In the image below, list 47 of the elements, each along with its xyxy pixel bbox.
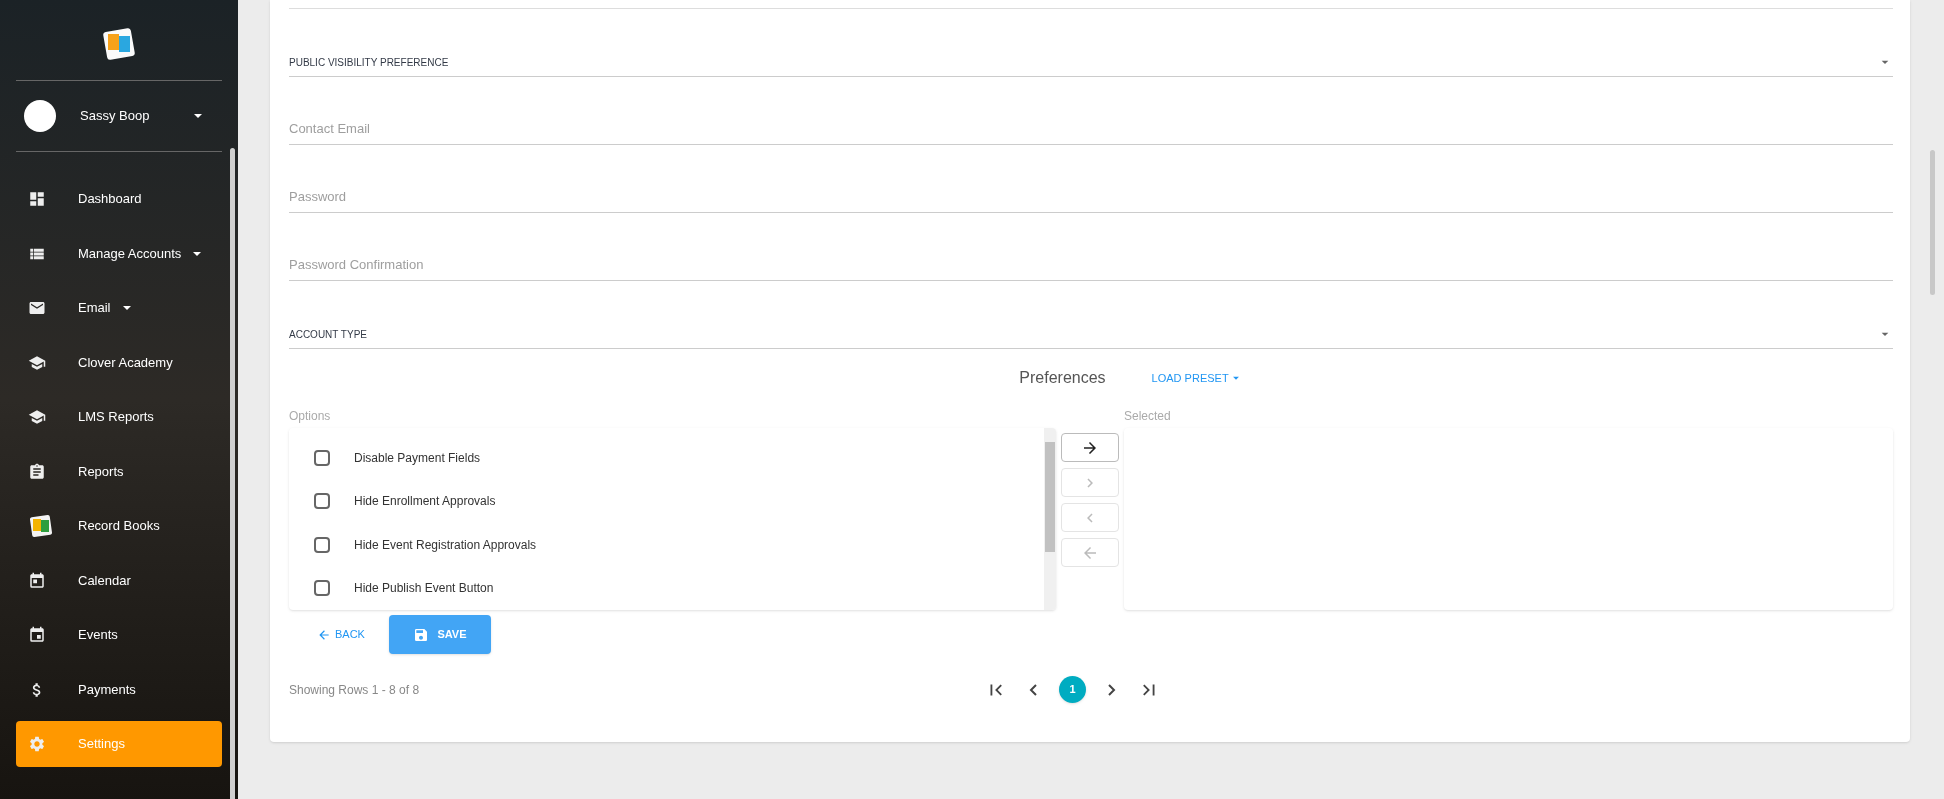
nav-item[interactable]: Reports [16,448,222,495]
calendar-icon [28,571,46,590]
selected-label: Selected [1124,408,1172,423]
select-field[interactable]: ACCOUNT TYPE [289,281,1893,349]
chevron-left-icon [1029,683,1037,696]
nav-item[interactable]: Clover Academy [16,339,222,386]
nav-item[interactable]: Record Books [16,503,222,549]
nav-item[interactable]: Payments [16,666,222,713]
caret-icon [194,114,202,118]
graduation-cap-icon [28,408,46,426]
page-scrollbar[interactable] [1929,150,1935,295]
checkbox[interactable] [314,580,330,597]
select-field[interactable]: PUBLIC VISIBILITY PREFERENCE [289,9,1893,77]
sidebar-scrollbar[interactable] [230,148,235,799]
previous-page-button[interactable] [1029,683,1037,696]
options-label: Options [289,408,332,423]
user-name: Sassy Boop [80,107,150,126]
option-item[interactable]: Hide Event Registration Approvals [289,523,1044,567]
nav-item[interactable]: Email [16,285,222,331]
option-item[interactable]: Disable Payment Fields [289,436,1044,480]
settings-icon [28,735,46,753]
checkbox[interactable] [314,536,330,553]
clipboard-icon [28,462,46,481]
input-field[interactable]: Password [289,145,1893,213]
list-scrollbar[interactable] [1044,428,1056,610]
checkbox[interactable] [314,493,330,510]
preferences-title: Preferences [1019,368,1106,388]
checkbox[interactable] [314,449,330,466]
record-book-logo-icon [28,513,54,539]
option-item[interactable]: Hide Publish Event Button [289,566,1044,610]
chevron-right-icon [1108,683,1116,696]
avatar [24,100,56,132]
user-menu[interactable]: Sassy Boop [16,81,222,151]
nav-item[interactable]: Calendar [16,557,222,604]
option-item[interactable]: Hide Enrollment Approvals [289,479,1044,523]
transfer-button[interactable] [1061,433,1119,462]
input-field[interactable]: Contact Email [289,77,1893,145]
nav-item[interactable]: Dashboard [16,176,222,222]
nav-item[interactable]: LMS Reports [16,394,222,440]
calendar-icon [28,626,46,644]
dashboard-icon [28,190,46,208]
nav-item[interactable]: Manage Accounts [16,230,222,277]
envelope-icon [28,299,46,317]
input-field[interactable]: Password Confirmation [289,213,1893,281]
next-page-button[interactable] [1108,683,1116,696]
nav-item[interactable]: Events [16,612,222,658]
rows-summary: Showing Rows 1 - 8 of 8 [289,681,421,699]
